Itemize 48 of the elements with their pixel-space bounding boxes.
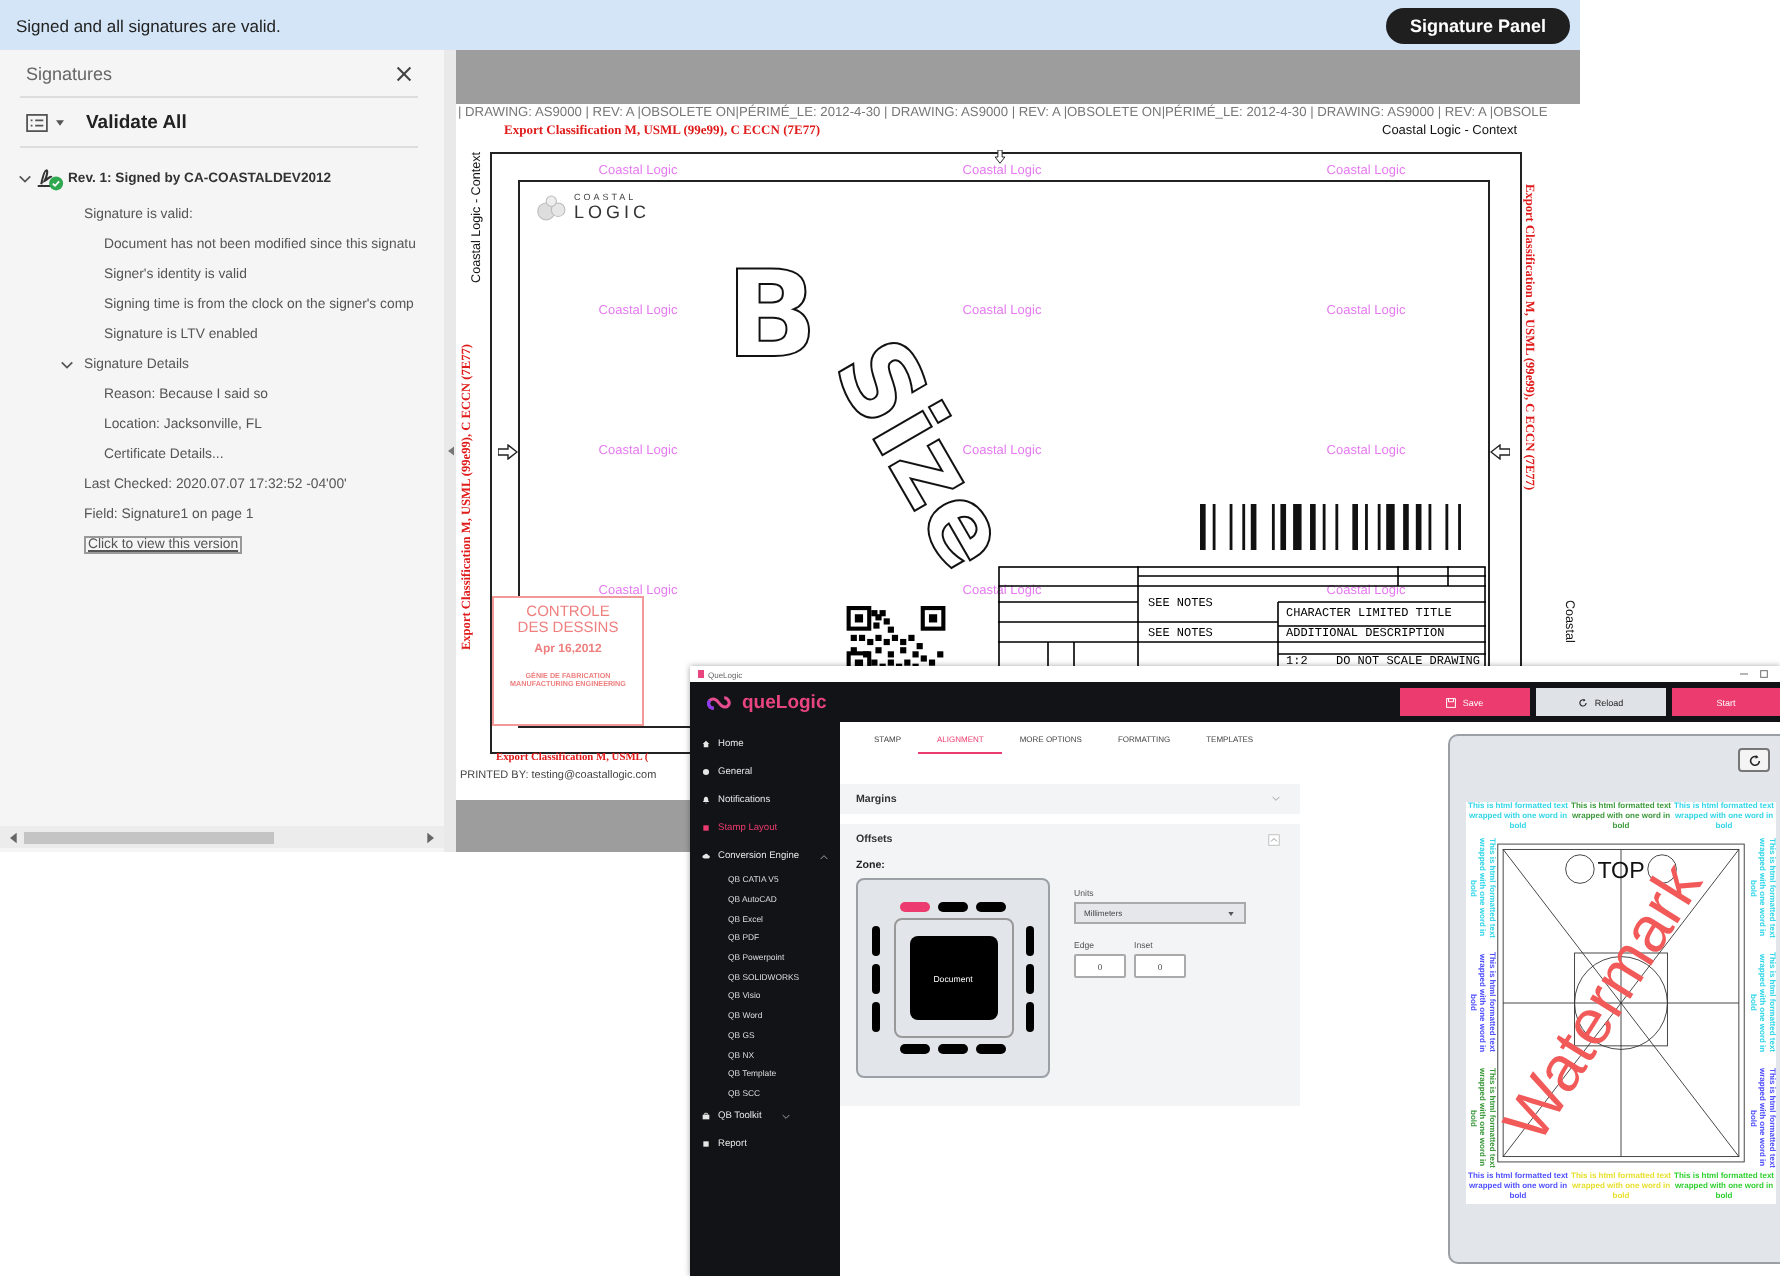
refresh-icon <box>1747 753 1761 767</box>
zone-option[interactable] <box>871 963 880 993</box>
signature-panel-button[interactable]: Signature Panel <box>1385 7 1570 43</box>
panel-title: Signatures <box>26 64 113 84</box>
scrollbar-thumb[interactable] <box>24 831 274 843</box>
zone-option[interactable] <box>938 902 968 912</box>
chevron-icon[interactable] <box>18 171 32 185</box>
scroll-left-icon[interactable] <box>10 831 18 843</box>
zone-option[interactable] <box>900 1044 930 1054</box>
scroll-right-icon[interactable] <box>426 831 434 843</box>
collapse-arrow-icon[interactable] <box>447 446 453 456</box>
sheet-size-text: B <box>726 256 818 376</box>
chevron-icon[interactable] <box>819 853 828 859</box>
logo-icon <box>706 693 732 711</box>
cloud-icon <box>702 852 710 860</box>
square-icon <box>702 1140 710 1149</box>
refresh-button[interactable] <box>1738 748 1770 772</box>
logo-text: LOGIC <box>574 203 651 222</box>
home-icon <box>702 740 710 748</box>
zone-option[interactable] <box>1026 925 1035 955</box>
bell-icon <box>702 796 710 804</box>
list-options-icon[interactable] <box>26 113 48 131</box>
zone-option[interactable] <box>976 1044 1006 1054</box>
horizontal-scrollbar[interactable] <box>0 826 444 848</box>
caret-icon <box>1228 911 1234 915</box>
caret-icon[interactable] <box>56 119 64 125</box>
square-icon <box>702 824 710 832</box>
banner-message: Signed and all signatures are valid. <box>16 15 281 35</box>
zone-option[interactable] <box>1026 963 1035 993</box>
chevron-icon[interactable] <box>781 1113 790 1120</box>
app-icon <box>698 670 704 678</box>
zone-option[interactable] <box>976 902 1006 912</box>
validate-all-button[interactable]: Validate All <box>86 111 187 133</box>
chevron-icon[interactable] <box>60 358 74 372</box>
barcode-icon <box>1200 504 1466 550</box>
zone-option[interactable] <box>871 1001 880 1031</box>
brand-name: queLogic <box>742 691 827 713</box>
zone-option[interactable] <box>938 1044 968 1054</box>
save-icon <box>1446 697 1457 707</box>
zone-option[interactable] <box>1026 1001 1035 1031</box>
close-icon[interactable] <box>396 66 412 82</box>
reload-icon <box>1578 697 1589 707</box>
bubbles-logo-icon <box>536 194 570 222</box>
zone-option[interactable] <box>871 925 880 955</box>
restore-icon[interactable] <box>1760 670 1768 678</box>
signature-valid-icon <box>36 165 64 191</box>
toolbox-icon <box>702 1112 710 1121</box>
dot-icon <box>702 768 710 776</box>
